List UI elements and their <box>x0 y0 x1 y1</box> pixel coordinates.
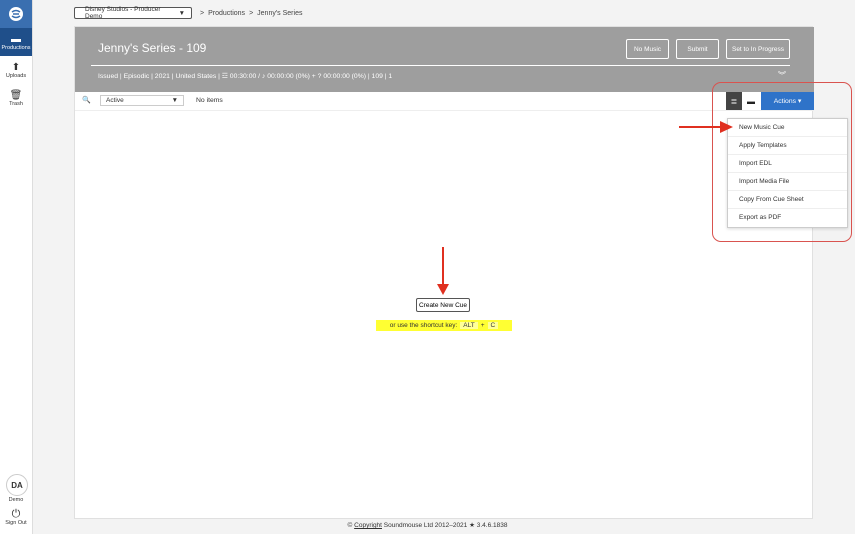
arrow-to-new-music-cue <box>679 121 733 133</box>
copyright-symbol: © <box>347 522 353 529</box>
footer: © Copyright Soundmouse Ltd 2012–2021 ★ 3… <box>0 521 855 529</box>
copyright-link[interactable]: Copyright <box>354 522 382 529</box>
footer-text: Soundmouse Ltd 2012–2021 ★ 3.4.6.1838 <box>383 522 508 529</box>
arrow-to-create-cue <box>437 247 449 295</box>
annotation-arrows <box>437 121 733 295</box>
